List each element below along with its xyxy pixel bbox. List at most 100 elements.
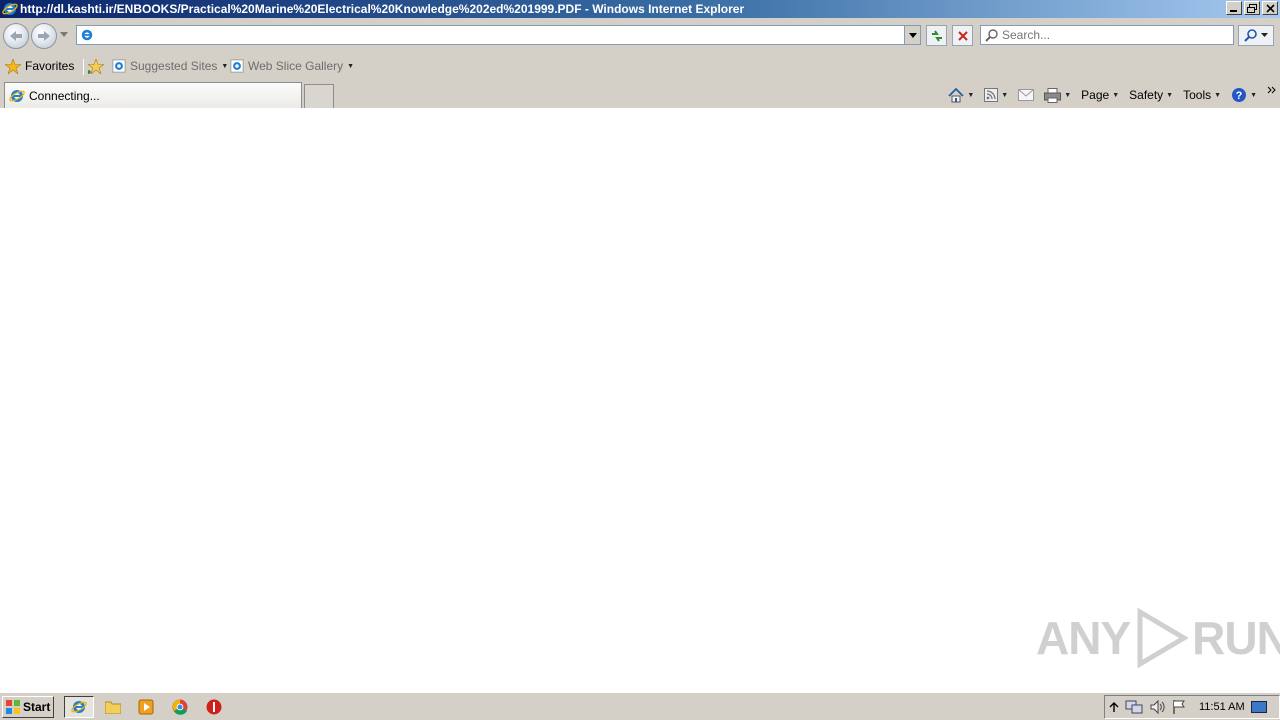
recent-pages-chevron-icon[interactable] (60, 32, 68, 38)
chevron-down-icon: ▼ (221, 62, 229, 70)
close-button[interactable] (1262, 1, 1278, 15)
add-favorite-star-icon (88, 58, 104, 74)
page-menu[interactable]: Page ▼ (1081, 88, 1119, 102)
tools-menu[interactable]: Tools ▼ (1183, 88, 1221, 102)
chevron-down-icon: ▼ (1064, 91, 1072, 99)
minimize-icon (1230, 10, 1237, 12)
favorites-bar: Favorites Suggested Sites ▼ Web Slice Ga… (0, 54, 1280, 78)
double-chevron-right-icon (1267, 86, 1276, 94)
anyrun-watermark: ANY RUN (1036, 608, 1280, 668)
address-input[interactable] (77, 26, 920, 44)
safety-menu[interactable]: Safety ▼ (1129, 88, 1173, 102)
chevron-down-icon: ▼ (347, 62, 355, 70)
action-center-flag-icon[interactable] (1171, 699, 1187, 715)
show-desktop-icon[interactable] (1250, 700, 1267, 714)
search-go-button[interactable] (1238, 25, 1274, 46)
folder-icon (105, 701, 121, 714)
web-slice-gallery-link[interactable]: Web Slice Gallery ▼ (230, 57, 354, 75)
restore-button[interactable] (1244, 1, 1260, 15)
taskbar-media-player[interactable] (131, 696, 161, 718)
new-tab-button[interactable] (304, 84, 334, 108)
speaker-icon[interactable] (1149, 699, 1165, 715)
chevron-down-icon: ▼ (1214, 91, 1222, 99)
stop-x-icon (957, 30, 968, 41)
taskbar-stop-app[interactable] (199, 696, 229, 718)
rss-feed-icon (984, 88, 999, 102)
tab-label: Connecting... (29, 88, 100, 103)
safety-menu-label: Safety (1129, 88, 1164, 102)
printer-icon (1044, 87, 1062, 103)
start-label: Start (23, 700, 51, 714)
clock[interactable]: 11:51 AM (1199, 701, 1245, 713)
home-icon (948, 87, 964, 102)
red-alert-icon (206, 699, 222, 715)
window-title: http://dl.kashti.ir/ENBOOKS/Practical%20… (20, 2, 745, 16)
watermark-text-left: ANY (1036, 612, 1131, 664)
read-mail-button[interactable] (1018, 89, 1035, 101)
browser-chrome: Favorites Suggested Sites ▼ Web Slice Ga… (0, 18, 1280, 108)
search-icon (985, 29, 998, 42)
stop-button[interactable] (952, 25, 973, 46)
ie-page-icon (112, 59, 126, 73)
media-player-icon (138, 699, 154, 715)
close-icon (1265, 3, 1275, 13)
forward-button[interactable] (31, 23, 57, 49)
search-box[interactable] (980, 25, 1234, 45)
ie-logo-icon (9, 89, 25, 102)
chevron-down-icon (908, 32, 917, 38)
web-slice-gallery-label: Web Slice Gallery (248, 59, 344, 73)
restore-icon (1247, 3, 1257, 13)
ie-page-icon (81, 29, 93, 41)
windows-logo-icon (6, 700, 20, 714)
network-icon[interactable] (1125, 699, 1143, 715)
page-menu-label: Page (1081, 88, 1110, 102)
forward-arrow-icon (38, 31, 50, 41)
back-arrow-icon (10, 31, 22, 41)
search-input[interactable] (981, 26, 1233, 44)
ie-logo-icon (71, 701, 87, 713)
chevron-down-icon: ▼ (1001, 91, 1009, 99)
tools-menu-label: Tools (1183, 88, 1212, 102)
start-button[interactable]: Start (2, 696, 54, 718)
address-dropdown-button[interactable] (904, 26, 920, 44)
mail-icon (1018, 89, 1035, 101)
chevron-down-icon (1261, 33, 1268, 37)
title-bar: http://dl.kashti.ir/ENBOOKS/Practical%20… (0, 0, 1280, 18)
show-hidden-icons-chevron-icon[interactable] (1109, 701, 1119, 713)
tab-current[interactable]: Connecting... (4, 82, 302, 108)
ie-logo-icon (2, 3, 18, 15)
star-icon (5, 58, 21, 74)
taskbar-internet-explorer[interactable] (64, 696, 94, 718)
chevron-down-icon: ▼ (1250, 91, 1257, 99)
svg-text:?: ? (1236, 90, 1243, 102)
print-button[interactable]: ▼ (1044, 87, 1072, 103)
search-icon (1244, 29, 1257, 42)
minimize-button[interactable] (1226, 1, 1242, 15)
favorites-separator (83, 59, 84, 75)
command-bar: ▼ ▼ ▼ Page ▼ Safety ▼ Tools ▼ ? ▼ (948, 84, 1280, 106)
chevron-down-icon: ▼ (1112, 91, 1120, 99)
refresh-icon (931, 29, 942, 42)
chevron-down-icon: ▼ (967, 91, 975, 99)
more-commands-button[interactable] (1267, 86, 1276, 94)
home-button[interactable]: ▼ (948, 87, 975, 103)
suggested-sites-label: Suggested Sites (130, 59, 218, 73)
compatibility-refresh-button[interactable] (926, 25, 947, 46)
taskbar-chrome[interactable] (165, 696, 195, 718)
favorites-button[interactable]: Favorites (5, 57, 74, 75)
watermark-text-right: RUN (1192, 612, 1280, 664)
add-to-favorites-button[interactable] (88, 57, 104, 75)
back-button[interactable] (3, 23, 29, 49)
chrome-icon (172, 699, 188, 715)
taskbar-file-explorer[interactable] (98, 696, 128, 718)
ie-page-icon (230, 59, 244, 73)
suggested-sites-link[interactable]: Suggested Sites ▼ (112, 57, 228, 75)
system-tray: 11:51 AM (1104, 695, 1280, 719)
feeds-button[interactable]: ▼ (984, 88, 1008, 102)
page-content: ANY RUN (0, 108, 1280, 692)
help-button[interactable]: ? ▼ (1231, 87, 1257, 103)
help-icon: ? (1232, 88, 1247, 102)
favorites-label: Favorites (25, 59, 75, 73)
chevron-down-icon: ▼ (1166, 91, 1174, 99)
address-bar[interactable] (76, 25, 921, 45)
